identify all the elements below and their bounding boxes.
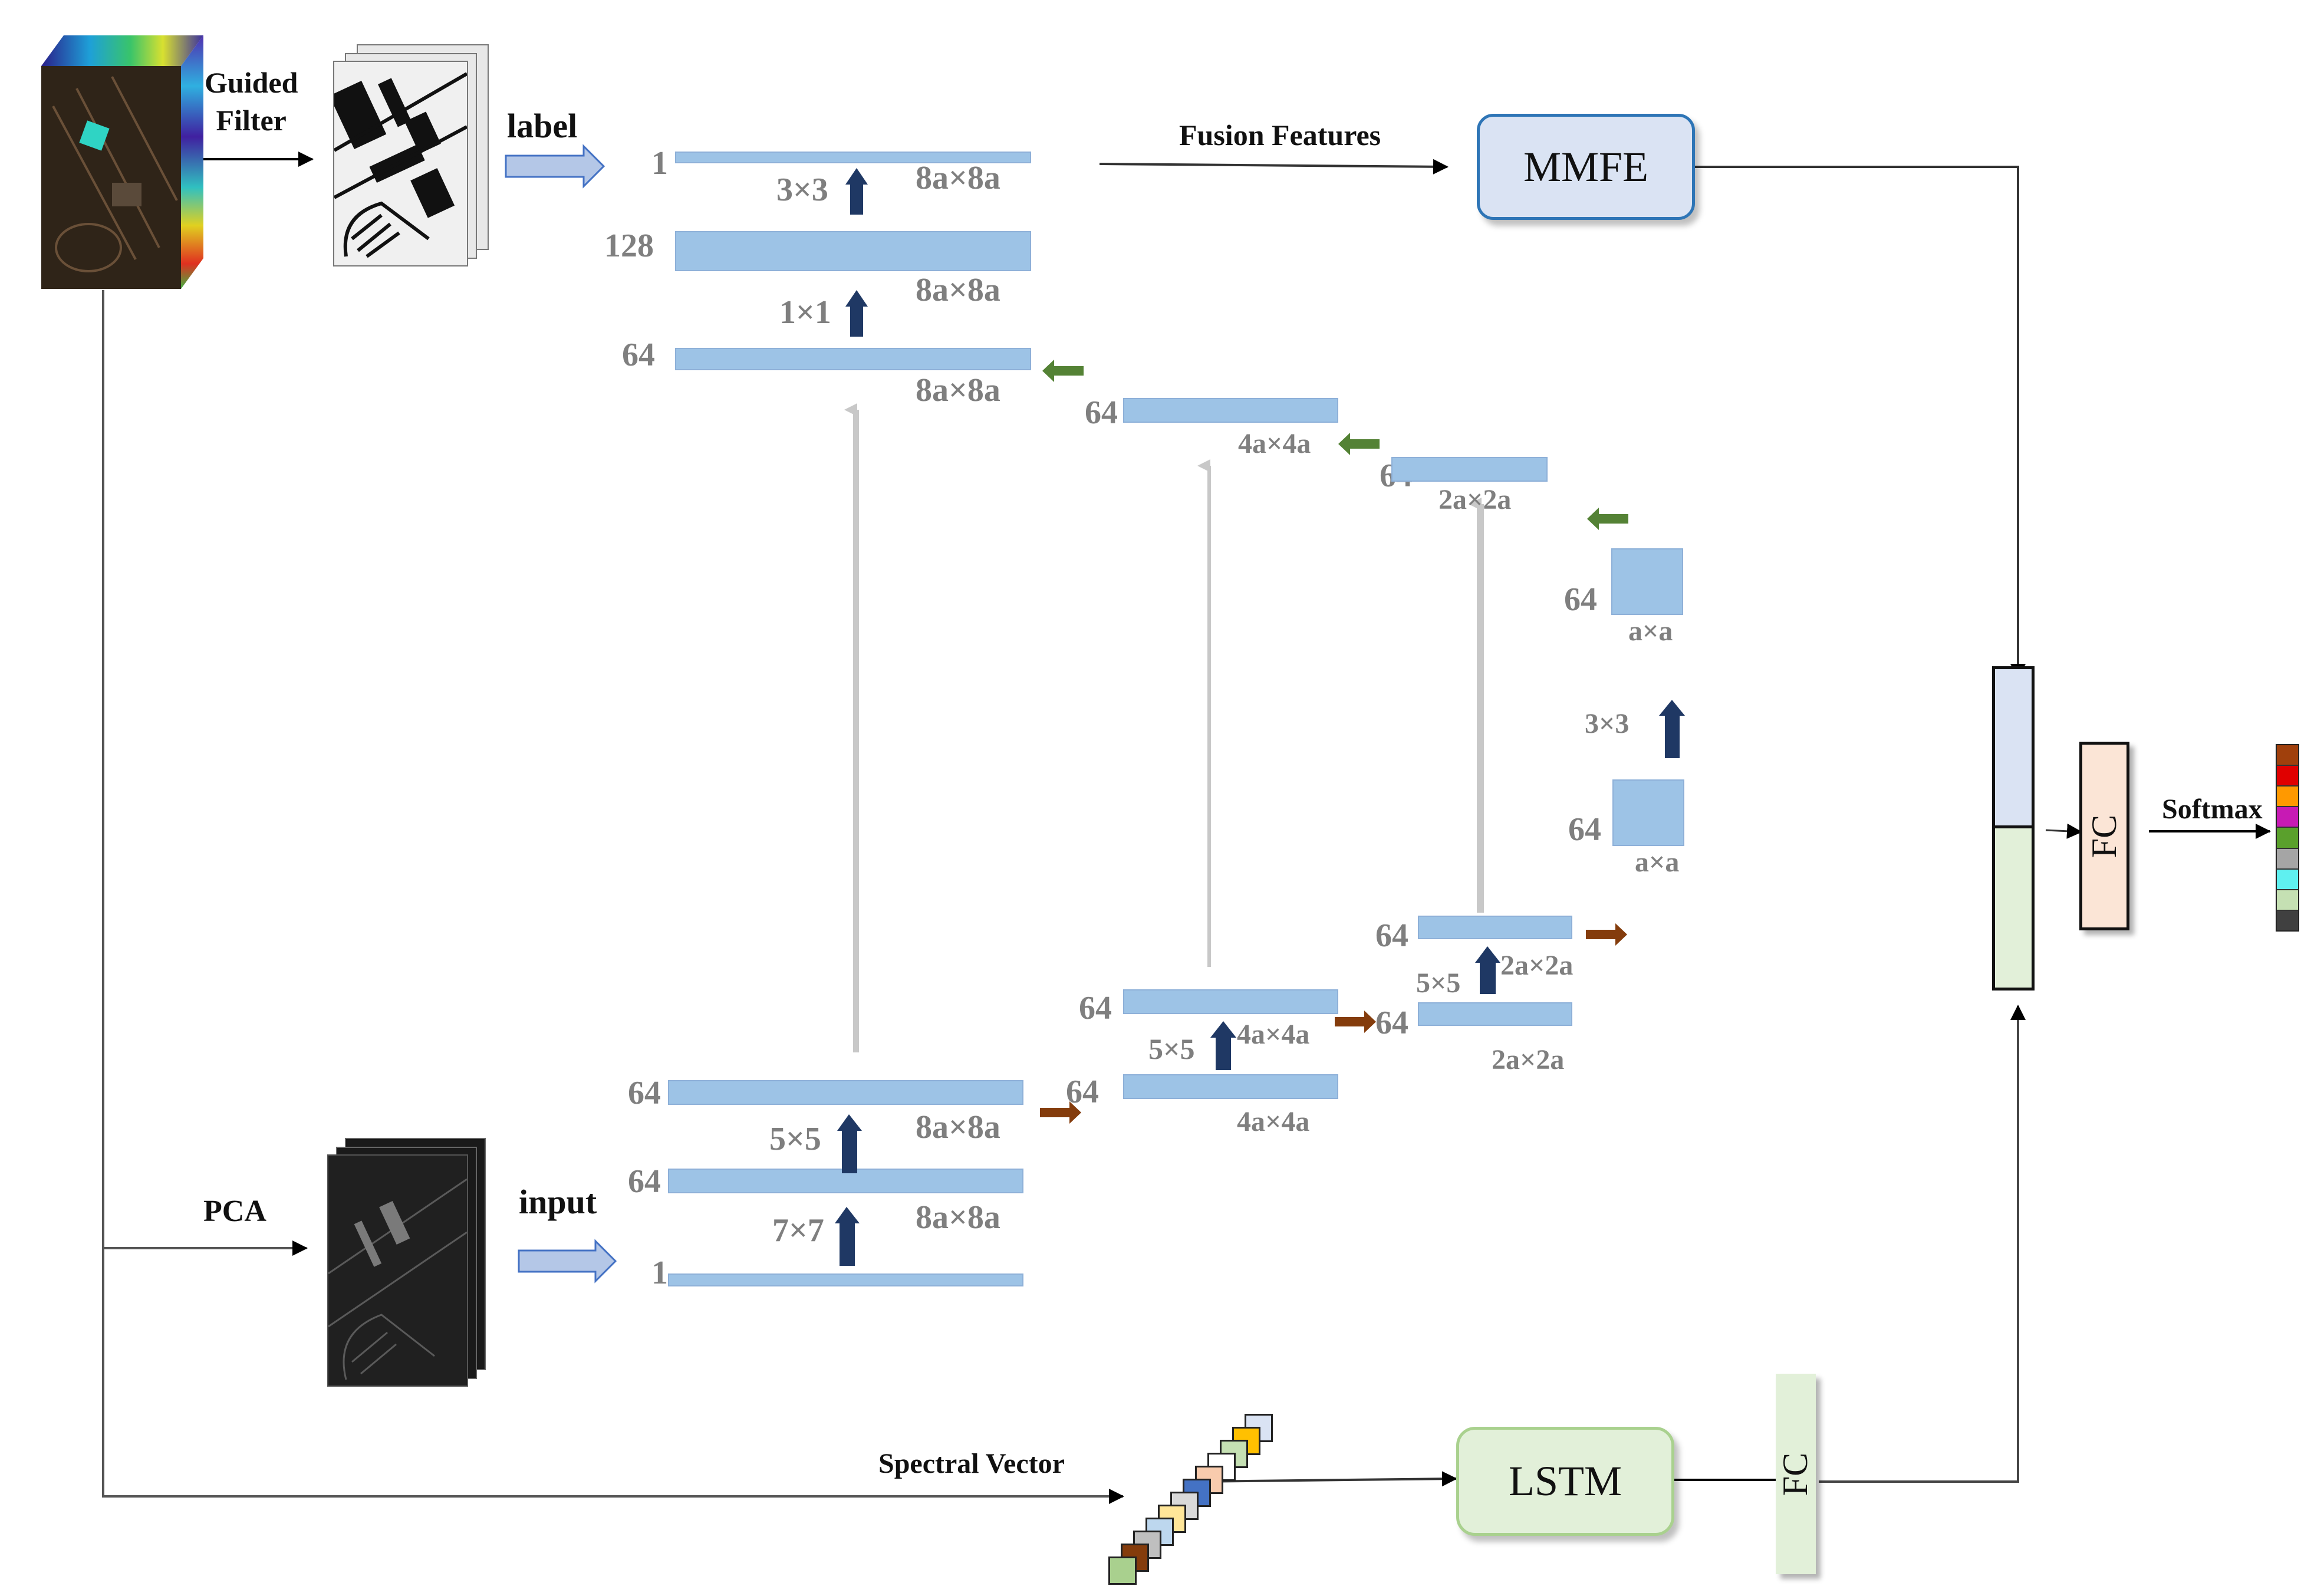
down-arrow-brown-2 (1335, 1011, 1376, 1033)
lstm-block: LSTM (1456, 1427, 1674, 1536)
down-arrow-brown-3 (1586, 923, 1627, 946)
output-class-swatch (2277, 869, 2298, 890)
concat-bottom-segment (1995, 828, 2032, 988)
spectral-vector-label: Spectral Vector (878, 1448, 1065, 1479)
output-class-swatch (2277, 890, 2298, 911)
output-class-swatch (2277, 766, 2298, 787)
output-class-swatch (2277, 807, 2298, 828)
pca-label: PCA (203, 1194, 266, 1228)
spectral-cell (1108, 1556, 1137, 1585)
concat-top-segment (1995, 669, 2032, 828)
output-class-swatch (2277, 848, 2298, 870)
conv-arrow-enc-5x5-a (837, 1114, 862, 1173)
conv-arrow-enc-7x7 (835, 1207, 860, 1266)
lstm-label: LSTM (1508, 1457, 1622, 1505)
output-class-swatch (2277, 745, 2298, 766)
spectral-vector (1108, 1409, 1309, 1592)
fc-lstm-label: FC (1776, 1452, 1815, 1496)
concat-vector (1992, 666, 2035, 990)
output-class-swatch (2277, 910, 2298, 930)
output-class-bar (2276, 744, 2299, 932)
fc-lstm-block: FC (1776, 1374, 1816, 1574)
softmax-label: Softmax (2162, 794, 2263, 825)
conv-arrow-enc-5x5-c (1475, 946, 1500, 994)
fusion-features-label: Fusion Features (1179, 119, 1381, 152)
input-label: input (519, 1183, 597, 1221)
conv-arrow-enc-5x5-b (1210, 1021, 1236, 1070)
skip-arrow-green-3 (1587, 508, 1628, 530)
pca-image-icon (328, 1178, 467, 1380)
mmfe-block: MMFE (1477, 114, 1695, 220)
fc-main-label: FC (2084, 814, 2124, 858)
conv-arrow-bottleneck (1659, 700, 1685, 758)
output-class-swatch (2277, 828, 2298, 849)
skip-arrow-green-2 (1338, 433, 1380, 455)
output-class-swatch (2277, 787, 2298, 808)
pca-image-stack (327, 1138, 489, 1391)
conv-arrow-dec-1x1 (845, 290, 868, 337)
down-arrow-brown-1 (1040, 1101, 1081, 1124)
skip-arrow-green-1 (1042, 360, 1084, 382)
fc-main-block: FC (2079, 742, 2129, 930)
conv-arrow-dec-3x3 (845, 168, 868, 215)
mmfe-label: MMFE (1523, 143, 1649, 190)
